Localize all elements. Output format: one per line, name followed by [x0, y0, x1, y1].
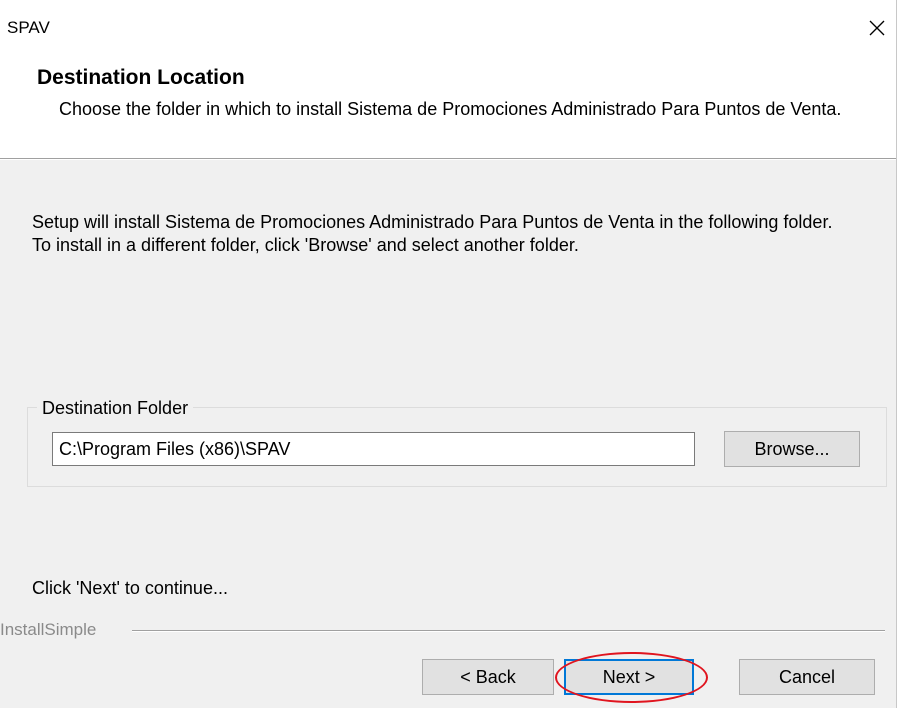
browse-button[interactable]: Browse...	[724, 431, 860, 467]
info-line-2: To install in a different folder, click …	[32, 235, 579, 255]
page-description: Choose the folder in which to install Si…	[59, 99, 842, 119]
wizard-header: Destination Location Choose the folder i…	[0, 48, 897, 158]
cancel-button[interactable]: Cancel	[739, 659, 875, 695]
info-line-1: Setup will install Sistema de Promocione…	[32, 212, 833, 232]
destination-folder-label: Destination Folder	[37, 397, 194, 419]
setup-dialog: SPAV Destination Location Choose the fol…	[0, 0, 897, 708]
window-title: SPAV	[7, 18, 50, 37]
close-icon	[869, 20, 885, 36]
destination-path-input[interactable]	[52, 432, 695, 466]
back-button[interactable]: < Back	[422, 659, 554, 695]
info-text: Setup will install Sistema de Promocione…	[32, 211, 862, 273]
close-button[interactable]	[857, 10, 897, 46]
continue-hint: Click 'Next' to continue...	[32, 578, 228, 598]
next-button[interactable]: Next >	[564, 659, 694, 695]
title-bar: SPAV	[0, 0, 897, 48]
installer-brand-label: InstallSimple	[0, 620, 97, 639]
page-title: Destination Location	[37, 66, 245, 89]
